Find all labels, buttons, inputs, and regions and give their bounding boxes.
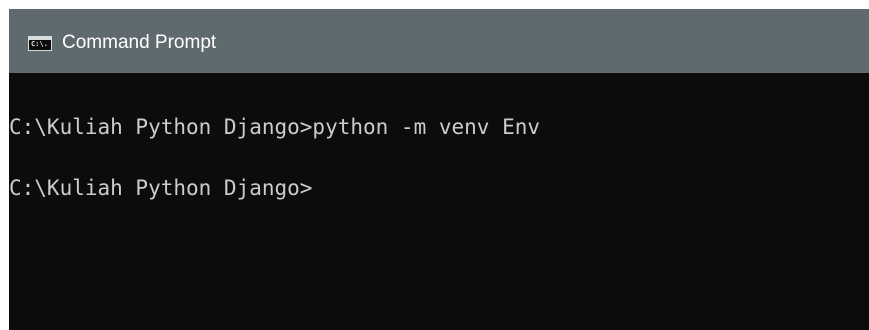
title-bar[interactable]: C:\. Command Prompt bbox=[9, 9, 869, 73]
window-title: Command Prompt bbox=[62, 32, 217, 53]
console-line: C:\Kuliah Python Django>python -m venv E… bbox=[9, 115, 541, 139]
console-output[interactable]: C:\Kuliah Python Django>python -m venv E… bbox=[9, 73, 869, 330]
console-prompt-line: C:\Kuliah Python Django> bbox=[9, 176, 313, 200]
cmd-icon-glyph: C:\. bbox=[31, 40, 48, 48]
cmd-icon[interactable]: C:\. bbox=[28, 36, 52, 51]
command-prompt-window: C:\. Command Prompt C:\Kuliah Python Dja… bbox=[9, 9, 869, 330]
